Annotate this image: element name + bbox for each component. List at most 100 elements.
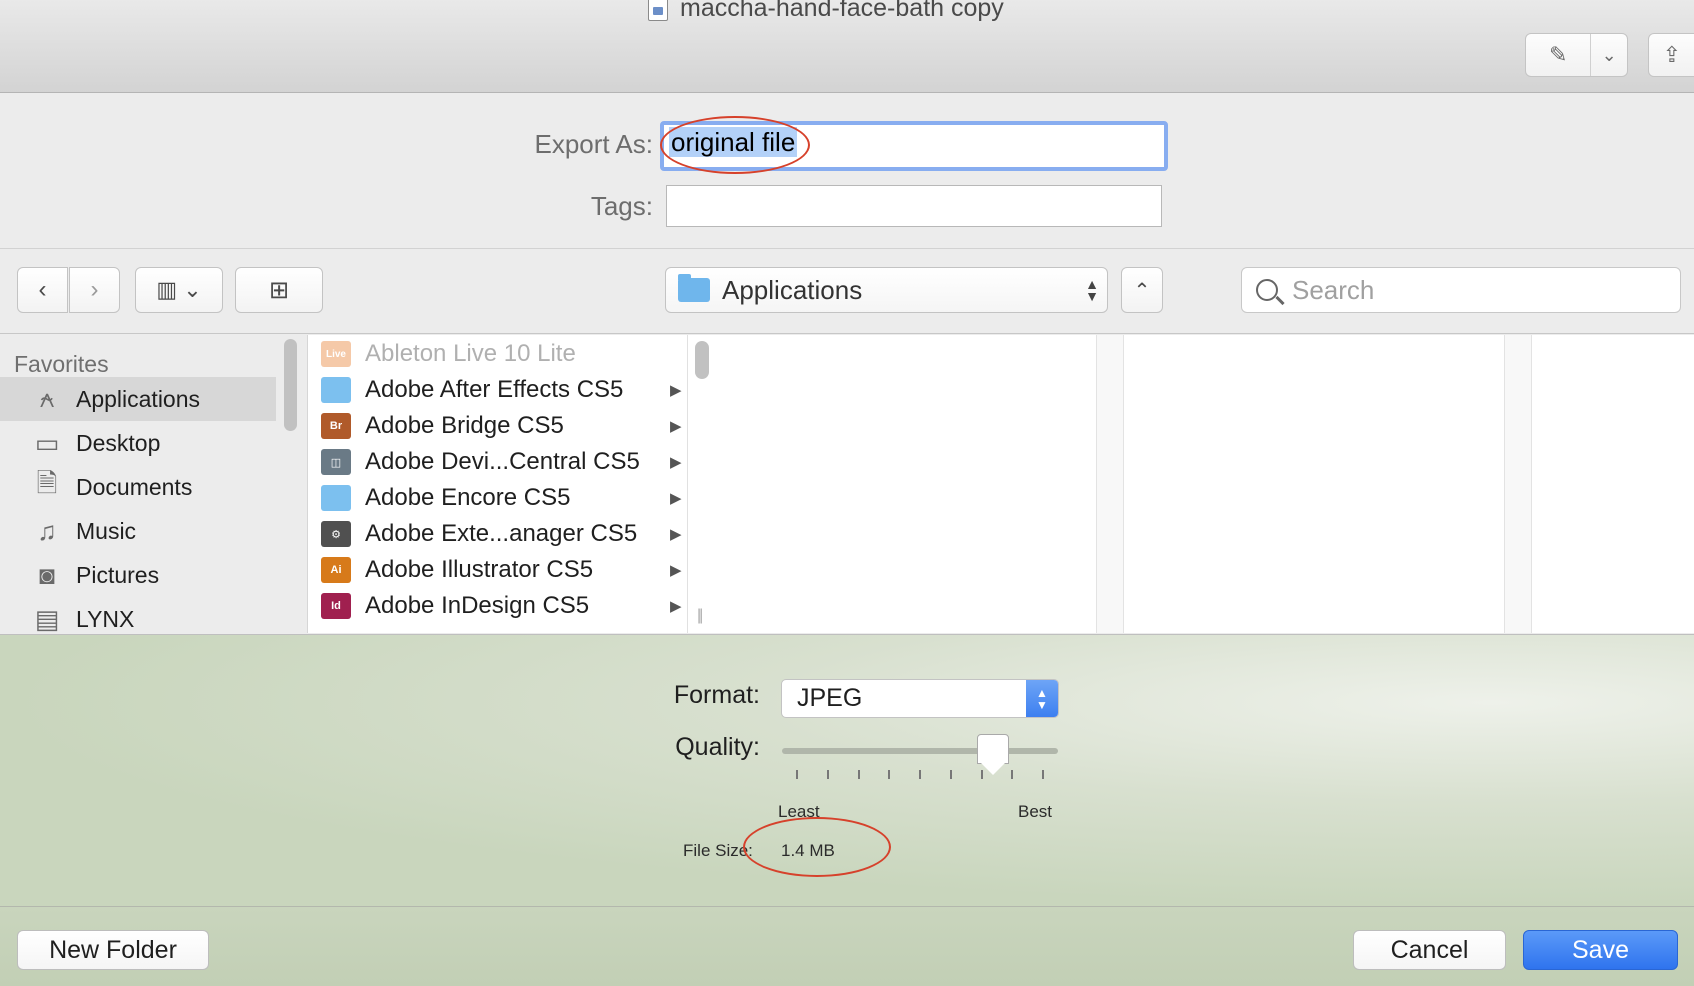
document-icon: [648, 0, 668, 21]
updown-arrows-icon: ▲ ▼: [1026, 680, 1058, 717]
disclosure-arrow-icon: ▶: [670, 418, 682, 435]
columns-view-icon: ▥ ⌄: [156, 277, 202, 302]
sidebar-item-lynx[interactable]: ▤ LYNX: [0, 597, 276, 634]
file-size-label: File Size:: [683, 841, 753, 860]
sidebar-item-label: Applications: [76, 385, 201, 412]
title-bar: maccha-hand-face-bath copy ✎ ⌄ ⇪: [0, 0, 1694, 93]
markup-control: ✎ ⌄: [1525, 33, 1628, 77]
sidebar-item-label: Music: [76, 517, 137, 544]
applications-column: Live Ableton Live 10 Lite Adobe After Ef…: [309, 335, 688, 633]
bridge-app-icon: Br: [321, 413, 351, 439]
share-icon: ⇪: [1662, 42, 1682, 67]
sidebar-item-desktop[interactable]: ▭ Desktop: [0, 421, 276, 465]
empty-column: [716, 335, 1096, 633]
window-title: maccha-hand-face-bath copy: [648, 0, 1004, 23]
ableton-live-icon: Live: [321, 341, 351, 367]
search-icon: [1256, 279, 1278, 301]
tags-label: Tags:: [590, 191, 653, 221]
list-item[interactable]: ⚙ Adobe Exte...anager CS5 ▶: [309, 516, 687, 552]
updown-arrows-icon: ▲ ▼: [1085, 276, 1099, 304]
slider-tick: [827, 770, 829, 779]
list-item[interactable]: Live Ableton Live 10 Lite: [309, 336, 687, 372]
sidebar-item-documents[interactable]: 🗎 Documents: [0, 465, 276, 509]
sidebar-item-pictures[interactable]: ◙ Pictures: [0, 553, 276, 597]
disclosure-arrow-icon: ▶: [670, 382, 682, 399]
location-label: Applications: [722, 274, 863, 305]
file-name: Adobe Bridge CS5: [365, 412, 564, 439]
name-area: Export As: original file Tags:: [0, 94, 1694, 249]
sidebar-item-label: Desktop: [76, 429, 161, 456]
indesign-app-icon: Id: [321, 593, 351, 619]
file-name: Adobe After Effects CS5: [365, 376, 624, 403]
slider-tick: [888, 770, 890, 779]
illustrator-app-icon: Ai: [321, 557, 351, 583]
share-button[interactable]: ⇪: [1648, 33, 1694, 77]
list-item[interactable]: Br Adobe Bridge CS5 ▶: [309, 408, 687, 444]
column-scrollbar[interactable]: [695, 341, 709, 379]
desktop-icon: ▭: [34, 427, 60, 458]
search-placeholder: Search: [1292, 274, 1375, 305]
file-name: Adobe Encore CS5: [365, 484, 571, 511]
new-folder-icon: ⊞: [268, 276, 290, 304]
forward-button[interactable]: ›: [69, 267, 120, 313]
navigation-toolbar: ‹ › ▥ ⌄ ⊞ Applications ▲ ▼ ⌃ Search: [0, 250, 1694, 334]
file-name: Adobe Devi...Central CS5: [365, 448, 640, 475]
sidebar-item-label: Pictures: [76, 561, 160, 588]
sidebar-item-applications[interactable]: ⍲ Applications: [0, 377, 276, 421]
sidebar: Favorites ⍲ Applications ▭ Desktop 🗎 Doc…: [0, 335, 308, 633]
list-item[interactable]: ◫ Adobe Devi...Central CS5 ▶: [309, 444, 687, 480]
sidebar-item-music[interactable]: ♫ Music: [0, 509, 276, 553]
export-as-label: Export As:: [534, 129, 654, 159]
sidebar-item-label: Documents: [76, 473, 193, 500]
slider-tick: [981, 770, 983, 779]
quality-slider[interactable]: [782, 734, 1058, 775]
collapse-button[interactable]: ⌃: [1121, 267, 1163, 313]
disclosure-arrow-icon: ▶: [670, 454, 682, 471]
column-divider[interactable]: [1504, 335, 1532, 633]
cancel-button[interactable]: Cancel: [1353, 930, 1506, 970]
slider-tick: [858, 770, 860, 779]
view-mode-button[interactable]: ▥ ⌄: [135, 267, 223, 313]
chevron-right-icon: ›: [90, 276, 99, 303]
quality-label: Quality:: [675, 733, 760, 761]
column-resize-handle[interactable]: ||: [697, 607, 703, 625]
list-item[interactable]: Adobe After Effects CS5 ▶: [309, 372, 687, 408]
file-name: Ableton Live 10 Lite: [365, 340, 576, 367]
file-browser: Favorites ⍲ Applications ▭ Desktop 🗎 Doc…: [0, 335, 1694, 633]
search-field[interactable]: Search: [1241, 267, 1681, 313]
sidebar-item-label: LYNX: [76, 605, 135, 632]
applications-icon: ⍲: [39, 383, 55, 413]
pencil-icon[interactable]: ✎: [1526, 34, 1592, 76]
sidebar-scrollbar[interactable]: [284, 339, 297, 431]
export-options: Format: JPEG ▲ ▼ Quality: Least Best File…: [0, 634, 1694, 906]
extension-manager-icon: ⚙: [321, 521, 351, 547]
list-item[interactable]: Adobe Encore CS5 ▶: [309, 480, 687, 516]
tags-field[interactable]: [666, 185, 1162, 227]
file-name: Adobe Exte...anager CS5: [365, 520, 638, 547]
folder-icon: [321, 485, 351, 511]
disclosure-arrow-icon: ▶: [670, 526, 682, 543]
chevron-left-icon: ‹: [38, 276, 47, 303]
least-label: Least: [778, 802, 820, 821]
format-value: JPEG: [797, 684, 863, 712]
save-button[interactable]: Save: [1523, 930, 1678, 970]
best-label: Best: [1018, 802, 1053, 821]
disclosure-arrow-icon: ▶: [670, 562, 682, 579]
camera-icon: ◙: [39, 559, 55, 590]
back-button[interactable]: ‹: [17, 267, 68, 313]
format-select[interactable]: JPEG ▲ ▼: [781, 679, 1059, 718]
chevron-down-icon[interactable]: ⌄: [1591, 34, 1627, 76]
list-item[interactable]: Id Adobe InDesign CS5 ▶: [309, 588, 687, 624]
list-item[interactable]: Ai Adobe Illustrator CS5 ▶: [309, 552, 687, 588]
slider-tick: [1042, 770, 1044, 779]
new-folder-button[interactable]: New Folder: [17, 930, 209, 970]
slider-tick: [1011, 770, 1013, 779]
new-folder-toolbar-button[interactable]: ⊞: [235, 267, 323, 313]
quality-slider-knob[interactable]: [977, 734, 1009, 775]
file-size-value: 1.4 MB: [781, 841, 835, 860]
location-popup[interactable]: Applications ▲ ▼: [665, 267, 1108, 313]
documents-icon: 🗎: [36, 468, 58, 498]
export-as-field[interactable]: original file: [660, 121, 1168, 171]
column-divider[interactable]: [1096, 335, 1124, 633]
slider-tick: [919, 770, 921, 779]
